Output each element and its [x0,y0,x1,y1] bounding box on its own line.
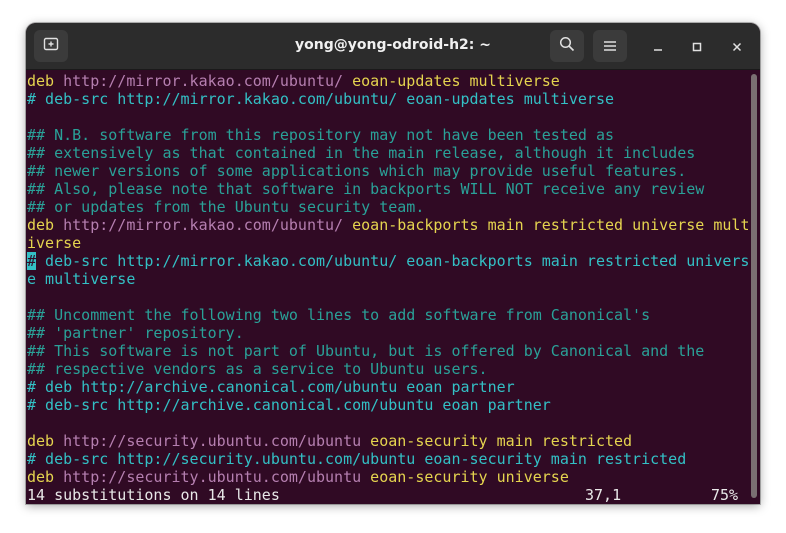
minimize-button[interactable] [648,36,668,56]
text-line: # deb-src http://mirror.kakao.com/ubuntu… [27,252,748,270]
text-line: iverse [27,234,82,252]
menu-button[interactable] [593,30,627,62]
text-line: deb http://security.ubuntu.com/ubuntu eo… [27,468,569,486]
cursor-position: 37,1 [585,486,622,504]
text-line: e multiverse [27,270,136,288]
text-line: deb http://mirror.kakao.com/ubuntu/ eoan… [27,216,748,234]
text-line: ## 'partner' repository. [27,324,244,342]
close-icon [732,37,742,56]
maximize-button[interactable] [687,36,707,56]
status-message: 14 substitutions on 14 lines [27,486,280,504]
terminal-content[interactable]: deb http://mirror.kakao.com/ubuntu/ eoan… [26,70,748,504]
maximize-icon [692,37,702,56]
text-line: # deb http://archive.canonical.com/ubunt… [27,378,515,396]
text-line: deb http://mirror.kakao.com/ubuntu/ eoan… [27,72,560,90]
search-icon [559,36,575,56]
text-line: ## extensively as that contained in the … [27,144,696,162]
scrollbar-thumb[interactable] [751,74,757,498]
terminal-window: yong@yong-odroid-h2: ~ deb http://mirror… [26,23,760,504]
text-line: deb http://security.ubuntu.com/ubuntu eo… [27,432,633,450]
text-line: ## or updates from the Ubuntu security t… [27,198,425,216]
text-line: ## This software is not part of Ubuntu, … [27,342,705,360]
scrollbar[interactable] [748,70,760,504]
text-line: ## Also, please note that software in ba… [27,180,705,198]
search-button[interactable] [550,30,584,62]
text-cursor: # [27,252,37,270]
hamburger-menu-icon [603,37,617,56]
close-button[interactable] [727,36,747,56]
title-bar[interactable]: yong@yong-odroid-h2: ~ [26,23,760,70]
text-line: ## respective vendors as a service to Ub… [27,360,488,378]
scroll-percent: 75% [711,486,739,504]
text-line: ## Uncomment the following two lines to … [27,306,651,324]
text-line: # deb-src http://security.ubuntu.com/ubu… [27,450,687,468]
text-line: # deb-src http://mirror.kakao.com/ubuntu… [27,90,614,108]
text-line: ## newer versions of some applications w… [27,162,687,180]
text-line: # deb-src http://archive.canonical.com/u… [27,396,551,414]
text-line: ## N.B. software from this repository ma… [27,126,614,144]
minimize-icon [653,37,663,56]
